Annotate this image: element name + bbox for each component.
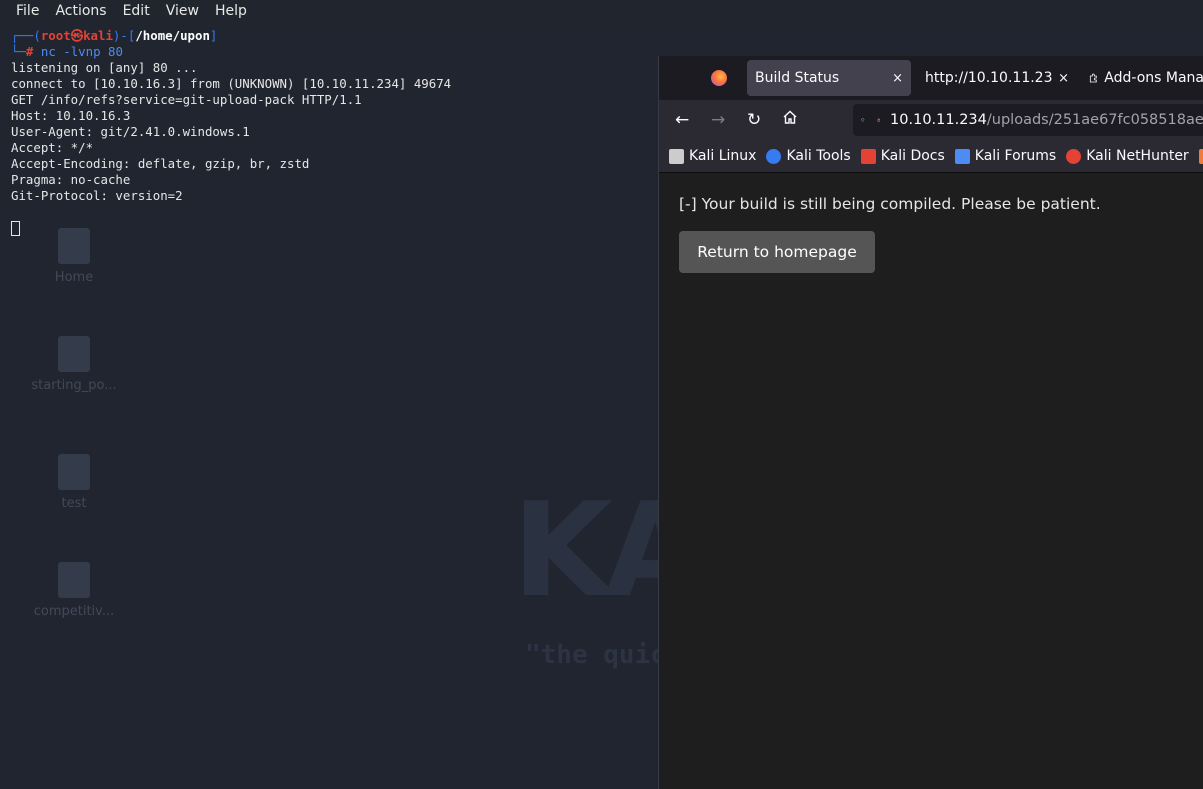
terminal-menubar: File Actions Edit View Help <box>0 0 1203 22</box>
file-icon <box>58 562 90 598</box>
bookmark-kali-tools[interactable]: Kali Tools <box>766 148 851 164</box>
menu-actions[interactable]: Actions <box>47 0 114 22</box>
terminal-output[interactable]: ┌──(root㉿kali)-[/home/upon] └─# nc -lvnp… <box>11 28 451 236</box>
close-icon[interactable]: × <box>1058 71 1069 86</box>
shield-icon[interactable] <box>861 112 865 128</box>
desktop-icon-file-2[interactable]: competitiv... <box>29 562 119 619</box>
bookmark-overflow[interactable] <box>1198 148 1203 164</box>
kali-tagline: "the quic <box>525 640 666 670</box>
output-line: Git-Protocol: version=2 <box>11 188 183 203</box>
page-content: [-] Your build is still being compiled. … <box>659 173 1203 789</box>
browser-window[interactable]: Build Status × http://10.10.11.234/# × A… <box>658 56 1203 789</box>
kali-forums-icon <box>954 148 970 164</box>
url-host: 10.10.11.234 <box>890 112 987 128</box>
firefox-icon <box>711 70 727 86</box>
insecure-lock-icon[interactable] <box>876 112 881 128</box>
prompt-user: root <box>40 28 71 43</box>
tab-bar: Build Status × http://10.10.11.234/# × A… <box>659 56 1203 100</box>
bookmark-kali-forums[interactable]: Kali Forums <box>954 148 1056 164</box>
bookmark-kali-docs[interactable]: Kali Docs <box>860 148 945 164</box>
bookmarks-toolbar: Kali Linux Kali Tools Kali Docs Kali For… <box>659 140 1203 173</box>
kali-dragon-icon <box>669 148 684 164</box>
kali-docs-icon <box>860 148 876 164</box>
output-line: User-Agent: git/2.41.0.windows.1 <box>11 124 250 139</box>
reload-icon[interactable]: ↻ <box>747 110 761 130</box>
prompt-command: nc -lvnp 80 <box>40 44 123 59</box>
tab-url[interactable]: http://10.10.11.234/# × <box>917 60 1077 96</box>
prompt-host: kali <box>83 28 113 43</box>
output-line: Accept-Encoding: deflate, gzip, br, zstd <box>11 156 310 171</box>
kali-tools-icon <box>766 148 782 164</box>
url-path: /uploads/251ae67fc058518ae6 <box>986 112 1203 128</box>
terminal-cursor <box>11 221 20 236</box>
output-line: connect to [10.10.16.3] from (UNKNOWN) [… <box>11 76 452 91</box>
tab-addons[interactable]: Add-ons Mana <box>1089 60 1203 96</box>
folder-lock-icon <box>58 454 90 490</box>
bookmark-kali-linux[interactable]: Kali Linux <box>669 148 756 164</box>
url-bar[interactable]: 10.10.11.234/uploads/251ae67fc058518ae6 <box>853 104 1203 136</box>
close-icon[interactable]: × <box>892 71 903 86</box>
prompt-symbol: # <box>25 44 34 59</box>
prompt-path: /home/upon <box>135 28 210 43</box>
build-status-message: [-] Your build is still being compiled. … <box>679 195 1101 213</box>
menu-help[interactable]: Help <box>207 0 255 22</box>
bookmark-kali-nethunter[interactable]: Kali NetHunter <box>1066 148 1189 164</box>
nav-bar: ← → ↻ 10.10.11.234/uploads/251ae67fc0585… <box>659 100 1203 140</box>
puzzle-icon <box>1089 73 1097 83</box>
output-line: GET /info/refs?service=git-upload-pack H… <box>11 92 362 107</box>
menu-edit[interactable]: Edit <box>115 0 158 22</box>
prompt-at: ㉿ <box>70 28 84 43</box>
output-line: Host: 10.10.16.3 <box>11 108 131 123</box>
menu-file[interactable]: File <box>0 0 47 22</box>
return-homepage-button[interactable]: Return to homepage <box>679 231 875 273</box>
forward-arrow-icon[interactable]: → <box>711 110 725 130</box>
desktop-icon-test[interactable]: test <box>29 454 119 511</box>
file-icon <box>58 336 90 372</box>
menu-view[interactable]: View <box>158 0 207 22</box>
tab-build-status[interactable]: Build Status × <box>747 60 911 96</box>
kali-nethunter-icon <box>1066 148 1082 164</box>
output-line: listening on [any] 80 ... <box>11 60 198 75</box>
desktop-icon-file[interactable]: starting_po... <box>29 336 119 393</box>
output-line: Pragma: no-cache <box>11 172 131 187</box>
home-icon[interactable] <box>782 109 798 130</box>
desktop-icon-home[interactable]: Home <box>29 228 119 285</box>
bookmark-icon <box>1198 148 1203 164</box>
output-line: Accept: */* <box>11 140 94 155</box>
back-arrow-icon[interactable]: ← <box>675 110 689 130</box>
